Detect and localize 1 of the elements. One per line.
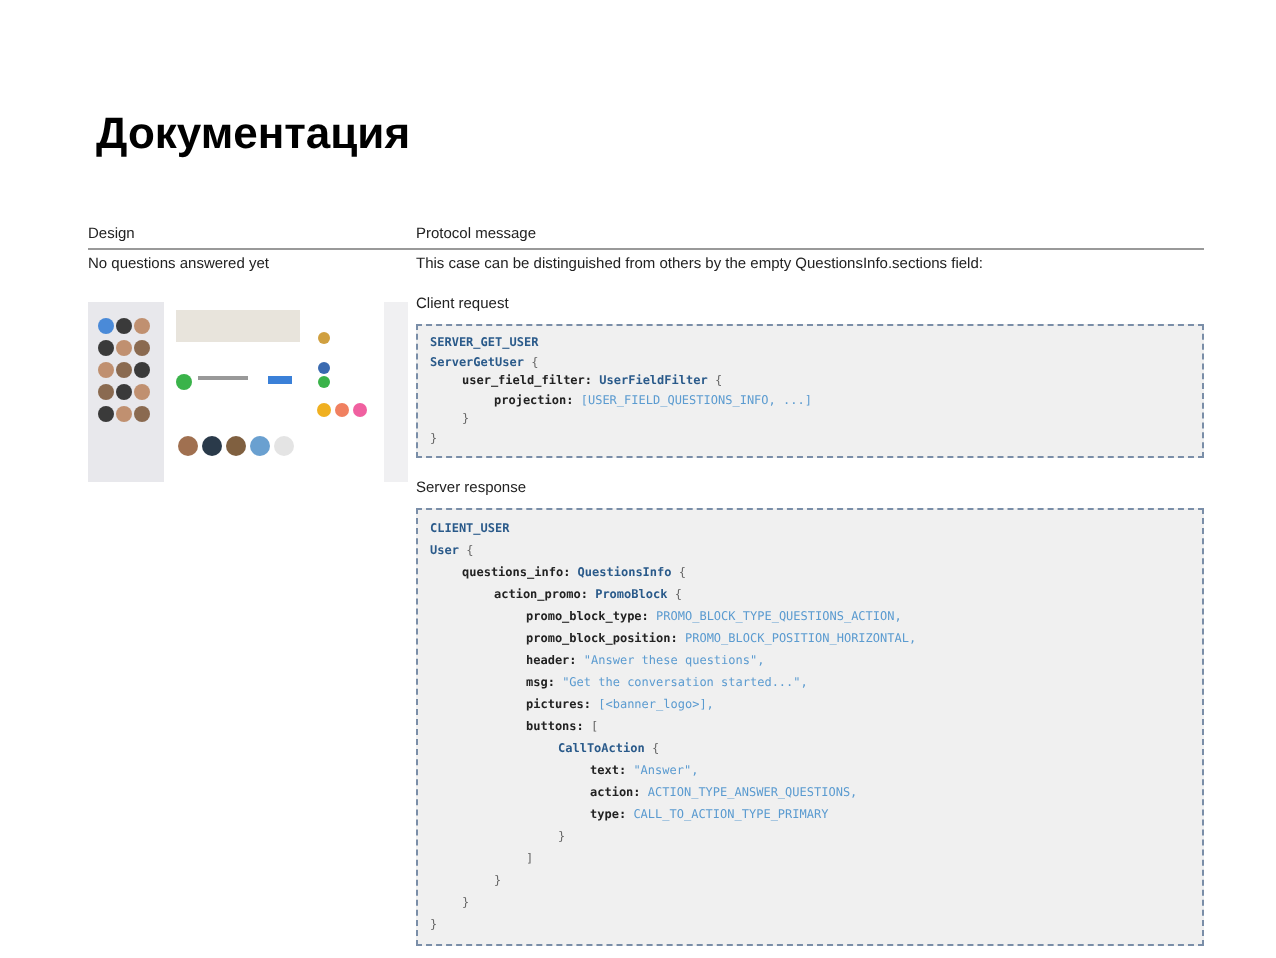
page-title: Документация (96, 106, 413, 162)
